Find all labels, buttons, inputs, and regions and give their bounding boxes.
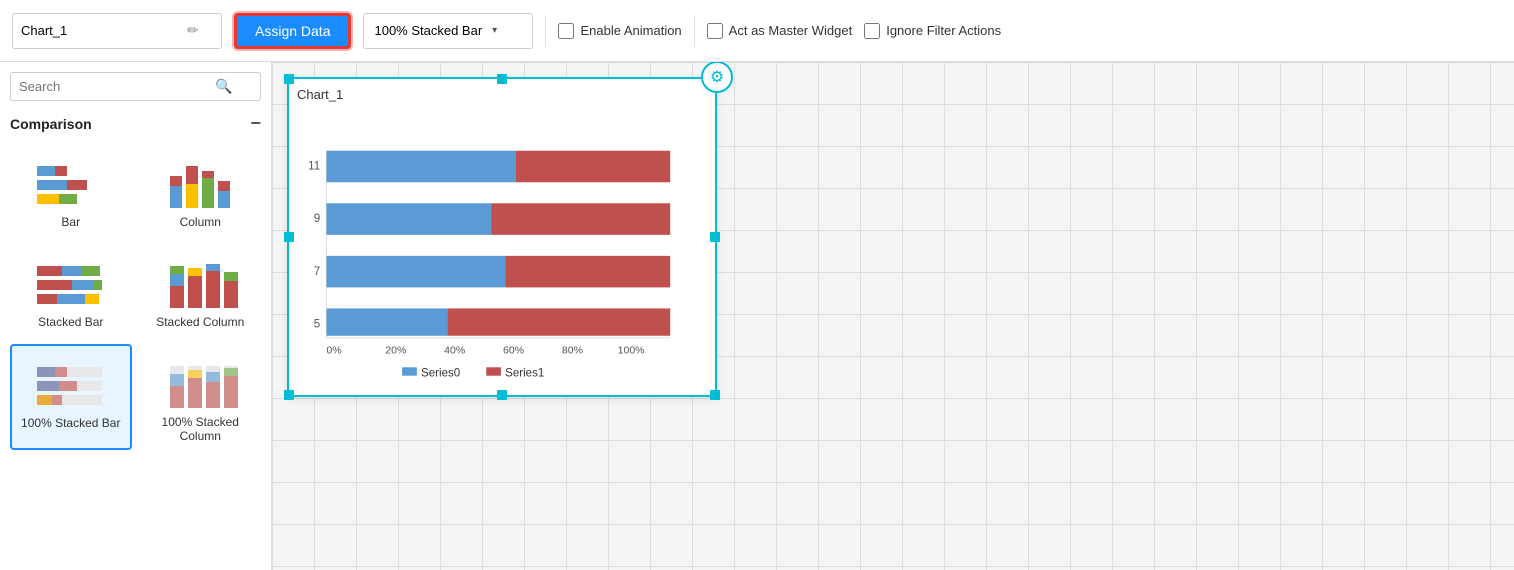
widget-container: ⚙ Chart_1 11 9 7 5 0% 20% 40% 60% 80%: [287, 77, 717, 397]
svg-text:Series0: Series0: [421, 368, 460, 380]
chart-type-dropdown[interactable]: 100% Stacked Bar ▾: [363, 13, 533, 49]
pencil-icon[interactable]: ✏: [187, 22, 199, 39]
chart-name-input[interactable]: [21, 23, 181, 38]
chart-type-label: 100% Stacked Bar: [374, 23, 482, 38]
ignore-filter-checkbox[interactable]: [864, 23, 880, 39]
chart-label-100pct-stacked-bar: 100% Stacked Bar: [21, 416, 120, 430]
gear-button[interactable]: ⚙: [701, 62, 733, 93]
act-as-master-label: Act as Master Widget: [729, 23, 853, 38]
assign-data-button[interactable]: Assign Data: [234, 13, 351, 49]
chart-label-stacked-column: Stacked Column: [156, 315, 244, 329]
act-as-master-checkbox[interactable]: [707, 23, 723, 39]
chart-item-100pct-stacked-bar[interactable]: 100% Stacked Bar: [10, 344, 132, 450]
ignore-filter-group[interactable]: Ignore Filter Actions: [864, 23, 1001, 39]
act-as-master-group[interactable]: Act as Master Widget: [707, 23, 853, 39]
handle-mid-right[interactable]: [710, 232, 720, 242]
chart-svg: 11 9 7 5 0% 20% 40% 60% 80% 100%: [297, 106, 707, 391]
separator: [545, 15, 546, 47]
enable-animation-group[interactable]: Enable Animation: [558, 23, 681, 39]
canvas-area[interactable]: ⚙ Chart_1 11 9 7 5 0% 20% 40% 60% 80%: [272, 62, 1514, 570]
search-icon: 🔍: [215, 78, 232, 95]
svg-text:20%: 20%: [385, 345, 406, 357]
enable-animation-label: Enable Animation: [580, 23, 681, 38]
bar-thumb: [31, 151, 111, 211]
svg-text:Series1: Series1: [505, 368, 544, 380]
stacked-bar-thumb: [31, 251, 111, 311]
sidebar: 🔍 Comparison − Bar: [0, 62, 272, 570]
search-input[interactable]: [19, 79, 209, 94]
chart-label-stacked-bar: Stacked Bar: [38, 315, 103, 329]
top-bar: ✏ Assign Data 100% Stacked Bar ▾ Enable …: [0, 0, 1514, 62]
chevron-down-icon: ▾: [492, 25, 497, 36]
chart-item-100pct-stacked-column[interactable]: 100% Stacked Column: [140, 344, 262, 450]
chart-label-column: Column: [180, 215, 221, 229]
chart-item-stacked-column[interactable]: Stacked Column: [140, 244, 262, 336]
chart-item-stacked-bar[interactable]: Stacked Bar: [10, 244, 132, 336]
gear-icon: ⚙: [710, 67, 724, 87]
search-box: 🔍: [10, 72, 261, 101]
svg-text:9: 9: [314, 213, 320, 225]
widget-title: Chart_1: [297, 87, 707, 102]
svg-text:11: 11: [308, 161, 320, 173]
enable-animation-checkbox[interactable]: [558, 23, 574, 39]
ignore-filter-label: Ignore Filter Actions: [886, 23, 1001, 38]
chart-item-bar[interactable]: Bar: [10, 144, 132, 236]
svg-text:60%: 60%: [503, 345, 524, 357]
chart-label-100pct-stacked-column: 100% Stacked Column: [147, 415, 255, 443]
100pct-stacked-bar-thumb: [31, 352, 111, 412]
svg-text:0%: 0%: [326, 345, 341, 357]
stacked-column-thumb: [160, 251, 240, 311]
chart-type-grid: Bar Column: [10, 144, 261, 450]
100pct-stacked-column-thumb: [160, 351, 240, 411]
chart-label-bar: Bar: [61, 215, 80, 229]
handle-mid-left[interactable]: [284, 232, 294, 242]
handle-bot-right[interactable]: [710, 390, 720, 400]
handle-bot-left[interactable]: [284, 390, 294, 400]
section-label: Comparison: [10, 116, 92, 132]
separator2: [694, 15, 695, 47]
handle-top-left[interactable]: [284, 74, 294, 84]
column-thumb: [160, 151, 240, 211]
svg-text:5: 5: [314, 318, 320, 330]
handle-top-center[interactable]: [497, 74, 507, 84]
chart-widget: Chart_1 11 9 7 5 0% 20% 40% 60% 80% 100%: [289, 79, 715, 395]
svg-text:80%: 80%: [562, 345, 583, 357]
chart-name-box: ✏: [12, 13, 222, 49]
svg-text:40%: 40%: [444, 345, 465, 357]
handle-bot-center[interactable]: [497, 390, 507, 400]
minus-icon[interactable]: −: [250, 113, 261, 134]
chart-item-column[interactable]: Column: [140, 144, 262, 236]
main-area: 🔍 Comparison − Bar: [0, 62, 1514, 570]
svg-text:7: 7: [314, 266, 320, 278]
svg-text:100%: 100%: [618, 345, 645, 357]
section-title: Comparison −: [10, 113, 261, 134]
